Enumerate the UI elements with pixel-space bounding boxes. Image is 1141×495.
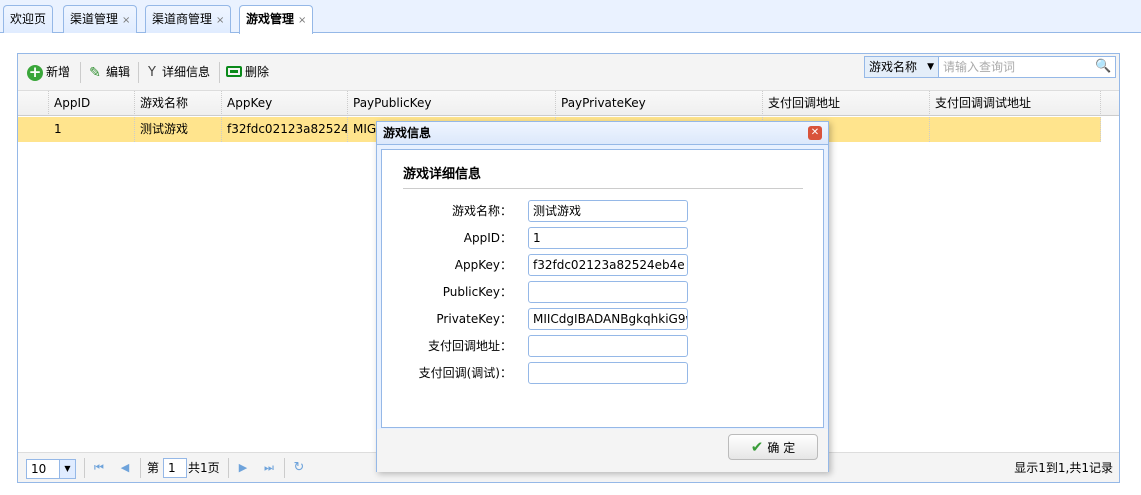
column-header-game-name[interactable]: 游戏名称: [135, 91, 222, 116]
delete-icon: [226, 66, 242, 77]
field-label-callback-url: 支付回调地址：: [427, 339, 512, 353]
next-page-icon[interactable]: ▶: [236, 461, 250, 475]
pager-divider: [284, 458, 285, 478]
detail-button[interactable]: Y 详细信息: [145, 62, 210, 82]
tab-welcome[interactable]: 欢迎页: [3, 5, 54, 33]
grid-header: AppID 游戏名称 AppKey PayPublicKey PayPrivat…: [18, 91, 1119, 116]
detail-label: 详细信息: [162, 65, 211, 79]
game-name-field[interactable]: 测试游戏: [528, 200, 688, 222]
field-label-game-name: 游戏名称：: [451, 204, 512, 218]
tab-channel-management[interactable]: 渠道管理 ×: [63, 5, 138, 33]
column-header-callback-debug-url[interactable]: 支付回调调试地址: [930, 91, 1101, 116]
add-button[interactable]: + 新增: [27, 62, 70, 82]
edit-button[interactable]: ✎ 编辑: [87, 62, 130, 82]
dialog-title-bar[interactable]: 游戏信息 ✕: [377, 122, 828, 145]
refresh-icon[interactable]: ↻: [292, 461, 306, 475]
column-header-callback-url[interactable]: 支付回调地址: [763, 91, 930, 116]
page-prefix: 第: [147, 461, 160, 475]
filter-icon: Y: [148, 64, 156, 80]
pager-divider: [140, 458, 141, 478]
close-icon[interactable]: ×: [216, 15, 224, 26]
dialog-footer: ✔ 确 定: [377, 429, 828, 472]
pager-divider: [84, 458, 85, 478]
tab-label: 欢迎页: [10, 12, 47, 26]
page-total: 共1页: [188, 461, 220, 475]
page-number-input[interactable]: 1: [163, 458, 187, 478]
callback-url-field[interactable]: [528, 335, 688, 357]
privatekey-field[interactable]: MIICdgIBADANBgkqhkiG9w: [528, 308, 688, 330]
chevron-down-icon: ▼: [927, 62, 934, 72]
search-box: 游戏名称 ▼ 🔍: [864, 56, 1116, 78]
tab-channel-vendor-management[interactable]: 渠道商管理 ×: [145, 5, 232, 33]
tab-label: 游戏管理: [246, 12, 295, 26]
pencil-icon: ✎: [89, 64, 101, 81]
page-size-value: 10: [31, 462, 47, 476]
delete-label: 删除: [245, 65, 270, 79]
tab-game-management[interactable]: 游戏管理 ×: [239, 5, 314, 34]
field-label-appid: AppID：: [463, 231, 512, 245]
prev-page-icon[interactable]: ◀: [118, 461, 132, 475]
checkmark-icon: ✔: [750, 438, 764, 456]
publickey-field[interactable]: [528, 281, 688, 303]
column-header-payprivatekey[interactable]: PayPrivateKey: [556, 91, 763, 116]
search-field-value: 游戏名称: [869, 60, 918, 74]
delete-button[interactable]: 删除: [226, 62, 269, 82]
appkey-field[interactable]: f32fdc02123a82524eb4e: [528, 254, 688, 276]
ok-button[interactable]: ✔ 确 定: [728, 434, 818, 460]
chevron-down-icon[interactable]: ▼: [59, 460, 75, 478]
dialog-body: 游戏详细信息 游戏名称： 测试游戏 AppID： 1 AppKey： f32fd…: [381, 149, 824, 428]
page-size-select[interactable]: 10 ▼: [26, 459, 76, 479]
rownum-header: [18, 91, 49, 116]
field-label-appkey: AppKey：: [454, 258, 512, 272]
add-label: 新增: [46, 65, 71, 79]
toolbar: +新增 ✎ 编辑 Y 详细信息 删除 游戏名称 ▼ 🔍: [18, 54, 1119, 91]
first-page-icon[interactable]: ⏮: [92, 461, 106, 475]
tab-bar: 欢迎页 渠道管理 × 渠道商管理 × 游戏管理 ×: [0, 0, 1141, 34]
last-page-icon[interactable]: ⏭: [262, 461, 276, 475]
toolbar-divider: [219, 62, 220, 83]
close-icon[interactable]: ×: [122, 15, 130, 26]
close-icon[interactable]: ✕: [808, 126, 822, 140]
close-icon[interactable]: ×: [298, 15, 306, 26]
ok-label: 确 定: [767, 441, 796, 455]
field-label-callback-debug: 支付回调(调试)：: [418, 366, 512, 380]
toolbar-divider: [138, 62, 139, 83]
column-header-appid[interactable]: AppID: [49, 91, 135, 116]
search-icon[interactable]: 🔍: [1095, 58, 1111, 76]
field-label-publickey: PublicKey：: [442, 285, 512, 299]
cell-game-name: 测试游戏: [135, 117, 222, 142]
appid-field[interactable]: 1: [528, 227, 688, 249]
dialog-title: 游戏信息: [383, 126, 432, 140]
search-input[interactable]: [943, 58, 1093, 76]
toolbar-divider: [80, 62, 81, 83]
tab-label: 渠道管理: [70, 12, 119, 26]
column-header-appkey[interactable]: AppKey: [222, 91, 348, 116]
callback-debug-field[interactable]: [528, 362, 688, 384]
plus-icon: +: [27, 62, 43, 81]
pager-divider: [228, 458, 229, 478]
field-label-privatekey: PrivateKey：: [436, 312, 512, 326]
pager-info: 显示1到1,共1记录: [1014, 461, 1113, 475]
game-info-dialog: 游戏信息 ✕ 游戏详细信息 游戏名称： 测试游戏 AppID： 1 AppKey…: [376, 121, 829, 472]
cell-appkey: f32fdc02123a82524: [222, 117, 348, 142]
edit-label: 编辑: [106, 65, 131, 79]
tab-label: 渠道商管理: [152, 12, 213, 26]
dialog-heading: 游戏详细信息: [403, 165, 803, 189]
column-header-paypublickey[interactable]: PayPublicKey: [348, 91, 556, 116]
search-field-select[interactable]: 游戏名称 ▼: [865, 57, 939, 77]
cell-appid: 1: [49, 117, 135, 142]
cell-callback-debug-url: [930, 117, 1101, 142]
